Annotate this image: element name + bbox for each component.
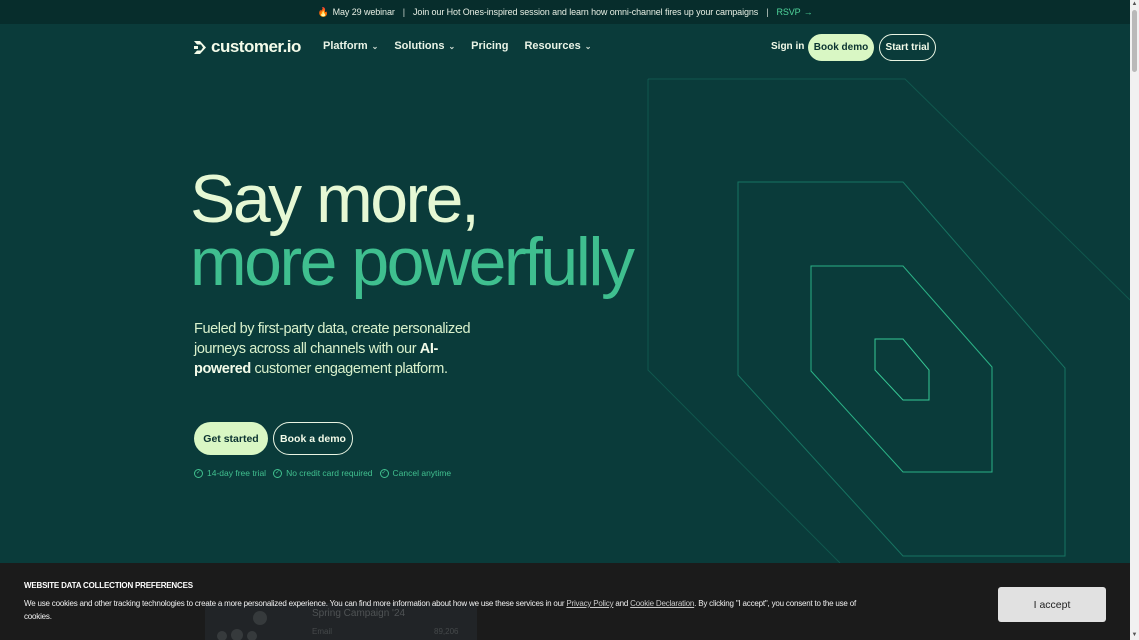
check-circle-icon: ✓ xyxy=(273,468,283,478)
feature-item: ✓ 14-day free trial xyxy=(194,468,266,478)
campaign-value: 89,206 xyxy=(434,627,459,636)
feature-list: ✓ 14-day free trial ✓ No credit card req… xyxy=(194,468,451,478)
scrollbar-thumb[interactable] xyxy=(1132,10,1137,72)
feature-item: ✓ Cancel anytime xyxy=(379,468,452,478)
hero-decoration xyxy=(647,78,1130,564)
check-circle-icon: ✓ xyxy=(194,468,203,478)
feature-label: Cancel anytime xyxy=(392,468,452,478)
hero-title-line1: Say more, xyxy=(190,161,480,237)
cookie-declaration-link[interactable]: Cookie Declaration xyxy=(630,599,694,608)
cookie-banner: Spring Campaign '24 Email 89,206 WEBSITE… xyxy=(0,563,1130,640)
scrollbar[interactable]: ▲ ▼ xyxy=(1130,0,1139,640)
privacy-policy-link[interactable]: Privacy Policy xyxy=(566,599,613,608)
feature-item: ✓ No credit card required xyxy=(273,468,373,478)
hero-subtitle-text: customer engagement platform. xyxy=(250,361,448,377)
check-circle-icon: ✓ xyxy=(379,468,389,478)
feature-label: No credit card required xyxy=(286,468,373,478)
avatar xyxy=(247,631,257,640)
hero-subtitle: Fueled by first-party data, create perso… xyxy=(194,319,494,379)
cookie-banner-title: WEBSITE DATA COLLECTION PREFERENCES xyxy=(24,581,193,590)
hero-title-line2: more powerfully xyxy=(190,224,635,300)
get-started-button[interactable]: Get started xyxy=(194,422,268,455)
cookie-text: We use cookies and other tracking techno… xyxy=(24,599,567,608)
accept-cookies-button[interactable]: I accept xyxy=(998,587,1106,622)
book-a-demo-button[interactable]: Book a demo xyxy=(273,422,353,455)
cookie-text: and xyxy=(613,599,631,608)
scroll-down-icon[interactable]: ▼ xyxy=(1130,631,1139,640)
hero-title: Say more, more powerfully xyxy=(190,161,635,300)
scroll-up-icon[interactable]: ▲ xyxy=(1130,0,1139,9)
cookie-banner-text: We use cookies and other tracking techno… xyxy=(24,597,884,623)
avatar xyxy=(217,631,227,640)
feature-label: 14-day free trial xyxy=(207,468,267,478)
avatar xyxy=(231,629,243,640)
campaign-channel: Email xyxy=(312,627,333,636)
